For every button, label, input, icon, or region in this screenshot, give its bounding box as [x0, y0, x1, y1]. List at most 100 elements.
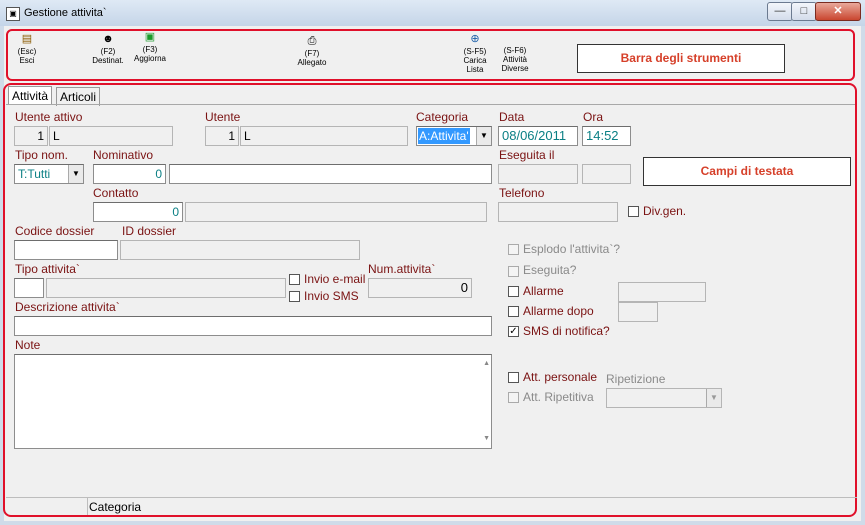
alarm-after-label: Allarme dopo	[523, 304, 594, 318]
user-name[interactable]: L	[240, 126, 408, 146]
div-gen-label: Div.gen.	[643, 204, 687, 218]
update-button[interactable]: ▣ (F3) Aggiorna	[132, 31, 168, 63]
activity-num-label: Num.attivita`	[368, 262, 436, 276]
nominative-num[interactable]: 0	[93, 164, 166, 184]
active-user-num: 1	[14, 126, 48, 146]
explode-label: Esplodo l'attivita`?	[523, 242, 621, 256]
send-sms-label: Invio SMS	[304, 289, 359, 303]
attachment-button[interactable]: ⎙ (F7) Allegato	[294, 35, 330, 67]
contact-label: Contatto	[93, 186, 139, 200]
window-title: Gestione attivita`	[24, 7, 107, 19]
other-activities-label: Attività	[502, 55, 527, 64]
chevron-down-icon[interactable]: ▼	[68, 165, 83, 183]
nominative-name[interactable]	[169, 164, 492, 184]
send-email-checkbox[interactable]	[289, 274, 300, 285]
exit-button[interactable]: ▤ (Esc) Esci	[14, 33, 40, 65]
load-list-label2: Lista	[466, 65, 484, 74]
chevron-down-icon[interactable]: ▼	[476, 127, 491, 145]
activity-type-code[interactable]	[14, 278, 44, 298]
alarm-after-field	[618, 302, 658, 322]
user-num[interactable]: 1	[205, 126, 239, 146]
exit-key: (Esc)	[17, 47, 37, 56]
tab-attivita[interactable]: Attività	[8, 86, 53, 105]
recipients-label: Destinat.	[92, 56, 124, 65]
executed-q-label: Eseguita?	[523, 263, 577, 277]
scroll-down-icon[interactable]: ▼	[483, 430, 490, 448]
nom-type-value: T:Tutti	[18, 167, 51, 181]
app-icon[interactable]: ▣	[6, 7, 20, 21]
sms-notify-checkbox[interactable]: ✓	[508, 326, 519, 337]
nom-type-label: Tipo nom.	[15, 148, 68, 162]
contact-num[interactable]: 0	[93, 202, 183, 222]
close-button[interactable]: ✕	[815, 2, 861, 21]
minimize-button[interactable]: —	[767, 2, 793, 21]
activity-type-label: Tipo attivita`	[15, 262, 80, 276]
update-label: Aggiorna	[133, 54, 167, 63]
scroll-up-icon[interactable]: ▲	[483, 355, 490, 373]
attachment-label: Allegato	[297, 58, 327, 67]
date-field[interactable]: 08/06/2011	[498, 126, 578, 146]
phone-label: Telefono	[499, 186, 545, 200]
notes-textarea[interactable]: ▲ ▼	[14, 354, 492, 449]
nominative-label: Nominativo	[93, 148, 154, 162]
dossier-id-label: ID dossier	[122, 224, 177, 238]
other-activities-button[interactable]: (S-F6) Attività Diverse	[498, 46, 532, 73]
user-label: Utente	[205, 110, 241, 124]
notes-label: Note	[15, 338, 41, 352]
load-list-key: (S-F5)	[463, 47, 487, 56]
active-user-name: L	[49, 126, 173, 146]
status-divider	[87, 497, 88, 515]
exit-label: Esci	[19, 56, 35, 65]
title-bar	[0, 0, 865, 26]
other-activities-label2: Diverse	[501, 64, 529, 73]
sms-notify-label: SMS di notifica?	[523, 324, 610, 338]
load-list-button[interactable]: ⊕ (S-F5) Carica Lista	[458, 33, 492, 74]
explode-checkbox[interactable]	[508, 244, 519, 255]
load-list-label: Carica	[463, 56, 487, 65]
personal-label: Att. personale	[523, 370, 598, 384]
status-category: Categoria	[89, 500, 142, 514]
category-select[interactable]: A:Attivita' ▼	[416, 126, 492, 146]
time-field[interactable]: 14:52	[582, 126, 631, 146]
recipients-key: (F2)	[100, 47, 116, 56]
contact-name	[185, 202, 487, 222]
user-icon: ☻	[102, 33, 114, 45]
repetition-label: Ripetizione	[606, 372, 666, 386]
other-activities-key: (S-F6)	[503, 46, 527, 55]
executed-time	[582, 164, 631, 184]
dossier-code-label: Codice dossier	[15, 224, 95, 238]
description-field[interactable]	[14, 316, 492, 336]
update-key: (F3)	[142, 45, 158, 54]
phone-field	[498, 202, 618, 222]
alarm-checkbox[interactable]	[508, 286, 519, 297]
description-label: Descrizione attivita`	[15, 300, 120, 314]
recipients-button[interactable]: ☻ (F2) Destinat.	[90, 33, 126, 65]
dossier-id-field	[120, 240, 360, 260]
time-label: Ora	[583, 110, 604, 124]
alarm-field	[618, 282, 706, 302]
alarm-after-checkbox[interactable]	[508, 306, 519, 317]
send-sms-checkbox[interactable]	[289, 291, 300, 302]
executed-on-label: Eseguita il	[499, 148, 555, 162]
attachment-icon: ⎙	[307, 35, 317, 47]
div-gen-checkbox[interactable]	[628, 206, 639, 217]
alarm-label: Allarme	[523, 284, 564, 298]
save-disk-icon: ▣	[144, 31, 156, 43]
toolbar-callout: Barra degli strumenti	[577, 44, 785, 73]
active-user-label: Utente attivo	[15, 110, 83, 124]
repetition-select[interactable]: ▼	[606, 388, 722, 408]
repetitive-checkbox[interactable]	[508, 392, 519, 403]
header-callout: Campi di testata	[643, 157, 851, 186]
personal-checkbox[interactable]	[508, 372, 519, 383]
executed-date	[498, 164, 578, 184]
dossier-code-field[interactable]	[14, 240, 118, 260]
activity-type-desc	[46, 278, 286, 298]
nom-type-select[interactable]: T:Tutti ▼	[14, 164, 84, 184]
executed-checkbox[interactable]	[508, 266, 519, 277]
date-label: Data	[499, 110, 525, 124]
chevron-down-icon[interactable]: ▼	[706, 389, 721, 407]
maximize-button[interactable]: □	[791, 2, 817, 21]
load-list-icon: ⊕	[470, 33, 480, 45]
category-label: Categoria	[416, 110, 469, 124]
tab-divider	[6, 104, 855, 105]
